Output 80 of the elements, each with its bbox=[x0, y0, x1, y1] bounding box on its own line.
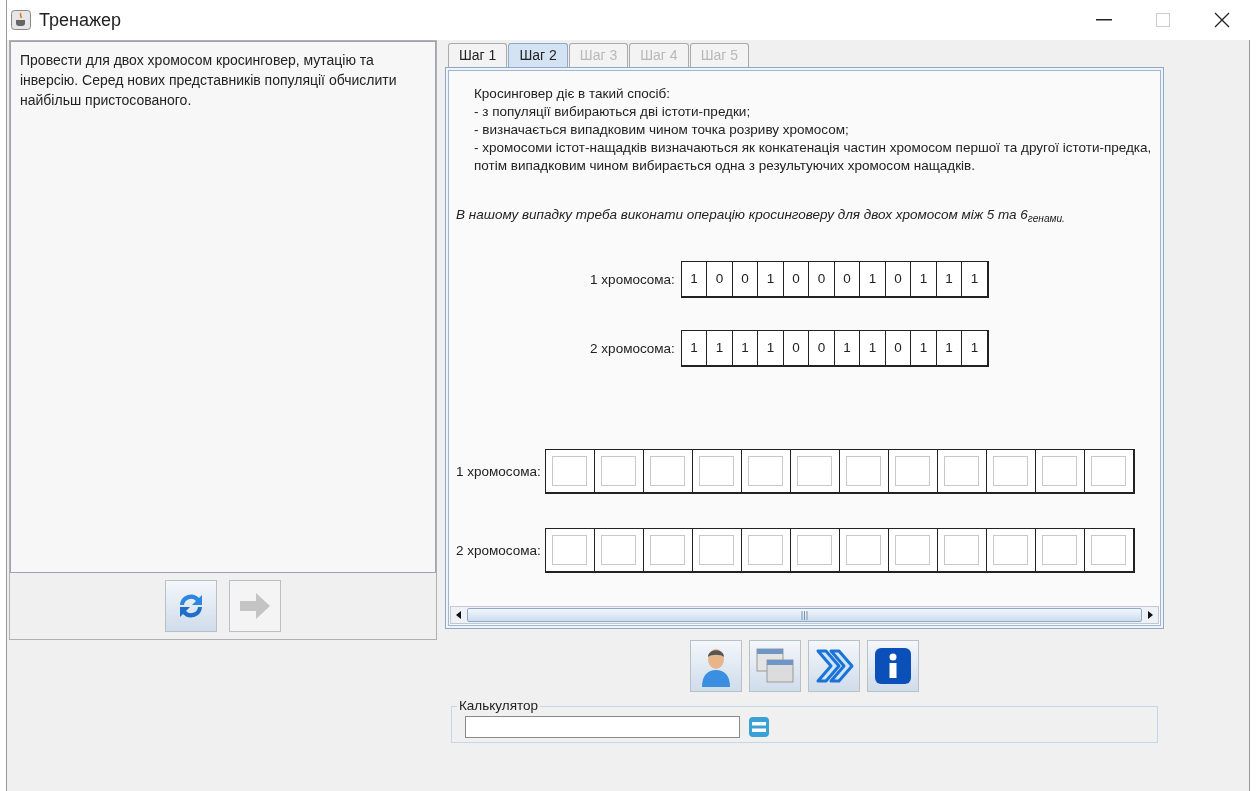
gene-cell: 0 bbox=[808, 261, 834, 297]
gene-input-field[interactable] bbox=[1042, 535, 1078, 566]
gene-cell: 0 bbox=[731, 261, 758, 297]
gene-input-field[interactable] bbox=[797, 535, 833, 566]
gene-input-field[interactable] bbox=[846, 535, 882, 566]
gene-input-field[interactable] bbox=[895, 456, 931, 487]
maximize-icon[interactable] bbox=[1156, 13, 1170, 27]
gene-cell: 1 bbox=[706, 330, 732, 366]
explanation-text: - хромосоми істот-нащадків визначаються як конкатенація частин хромосом першої та другої істоти-предка, потім випадковим чином вибирається одна з результуючих хромосом нащадків. bbox=[474, 139, 1153, 175]
windows-icon bbox=[755, 647, 795, 685]
gene-cell: 0 bbox=[884, 261, 911, 297]
gene-input-field[interactable] bbox=[650, 535, 686, 566]
minimize-icon[interactable] bbox=[1096, 19, 1112, 21]
gene-input-field[interactable] bbox=[895, 535, 931, 566]
gene-input-field[interactable] bbox=[699, 456, 735, 487]
gene-cell: 1 bbox=[961, 330, 987, 366]
gene-input-field[interactable] bbox=[601, 535, 637, 566]
gene-input-field[interactable] bbox=[993, 535, 1029, 566]
gene-cell: 1 bbox=[680, 330, 707, 366]
gene-cell: 1 bbox=[757, 330, 783, 366]
explanation-text: - з популяції вибираються дві істоти-предки; bbox=[474, 103, 752, 121]
info-icon bbox=[874, 647, 912, 685]
close-icon[interactable] bbox=[1214, 12, 1230, 28]
gene-cell: 0 bbox=[884, 330, 911, 366]
step-tab[interactable]: Шаг 1 bbox=[448, 43, 508, 67]
gene-input-field[interactable] bbox=[993, 456, 1029, 487]
calculator-legend: Калькулятор bbox=[457, 696, 541, 717]
calculator-input-field[interactable] bbox=[465, 716, 740, 739]
gene-input-field[interactable] bbox=[1042, 456, 1078, 487]
coffee-cup-icon bbox=[11, 10, 31, 30]
gene-cell: 1 bbox=[680, 261, 707, 297]
grip-icon bbox=[801, 610, 808, 620]
gene-input-field[interactable] bbox=[797, 456, 833, 487]
gene-cell: 1 bbox=[833, 330, 860, 366]
gene-cell: 1 bbox=[935, 330, 962, 366]
note-text: В нашому випадку треба виконати операцію кросинговеру для двох хромосом між 5 та 6$_{генами.}$ bbox=[455, 206, 1066, 226]
gene-input-field[interactable] bbox=[944, 456, 980, 487]
gene-cell: 0 bbox=[808, 330, 834, 366]
gene-input-field[interactable] bbox=[552, 535, 588, 566]
explanation-text: Кросинговер діє в такий спосіб: bbox=[474, 85, 672, 103]
next-button[interactable] bbox=[229, 580, 281, 632]
gene-cell: 1 bbox=[961, 261, 987, 297]
gene-input-field[interactable] bbox=[650, 456, 686, 487]
gene-cell: 1 bbox=[859, 261, 885, 297]
gene-cell: 1 bbox=[859, 330, 885, 366]
gene-cell: 1 bbox=[910, 330, 936, 366]
window-title: Тренажер bbox=[39, 8, 122, 32]
arrow-right-icon bbox=[238, 591, 272, 621]
gene-cell: 0 bbox=[833, 261, 860, 297]
gene-input-field[interactable] bbox=[1091, 456, 1127, 487]
explanation-text: - визначається випадковим чином точка розриву хромосом; bbox=[474, 121, 850, 139]
chromosome-label: 1 хромосома: bbox=[590, 270, 675, 289]
gene-cell: 1 bbox=[910, 261, 936, 297]
fast-forward-button[interactable] bbox=[808, 640, 860, 692]
gene-input-field[interactable] bbox=[699, 535, 735, 566]
gene-input-field[interactable] bbox=[552, 456, 588, 487]
horizontal-scrollbar[interactable] bbox=[450, 606, 1159, 624]
gene-input-field[interactable] bbox=[1091, 535, 1127, 566]
gene-cell: 0 bbox=[706, 261, 732, 297]
gene-cell: 0 bbox=[782, 330, 809, 366]
gene-input-field[interactable] bbox=[944, 535, 980, 566]
gene-input-field[interactable] bbox=[846, 456, 882, 487]
chromosome-label: 1 хромосома: bbox=[456, 462, 541, 481]
task-text: Провести для двох хромосом кросинговер, мутацію та інверсію. Серед нових представників популяції обчислити найбільш пристосованого. bbox=[20, 51, 398, 110]
chromosome-label: 2 хромосома: bbox=[590, 339, 675, 358]
user-button[interactable] bbox=[690, 640, 742, 692]
gene-input-field[interactable] bbox=[601, 456, 637, 487]
info-button[interactable] bbox=[867, 640, 919, 692]
gene-input-field[interactable] bbox=[748, 535, 784, 566]
gene-cell: 1 bbox=[757, 261, 783, 297]
equals-icon[interactable] bbox=[748, 716, 770, 739]
gene-cell: 1 bbox=[935, 261, 962, 297]
windows-button[interactable] bbox=[749, 640, 801, 692]
refresh-button[interactable] bbox=[165, 580, 217, 632]
gene-cell: 0 bbox=[782, 261, 809, 297]
step-tab[interactable]: Шаг 2 bbox=[508, 43, 568, 67]
scrollbar-thumb[interactable] bbox=[467, 608, 1142, 622]
gene-cell: 1 bbox=[731, 330, 758, 366]
chromosome-label: 2 хромосома: bbox=[456, 541, 541, 560]
gene-input-field[interactable] bbox=[748, 456, 784, 487]
